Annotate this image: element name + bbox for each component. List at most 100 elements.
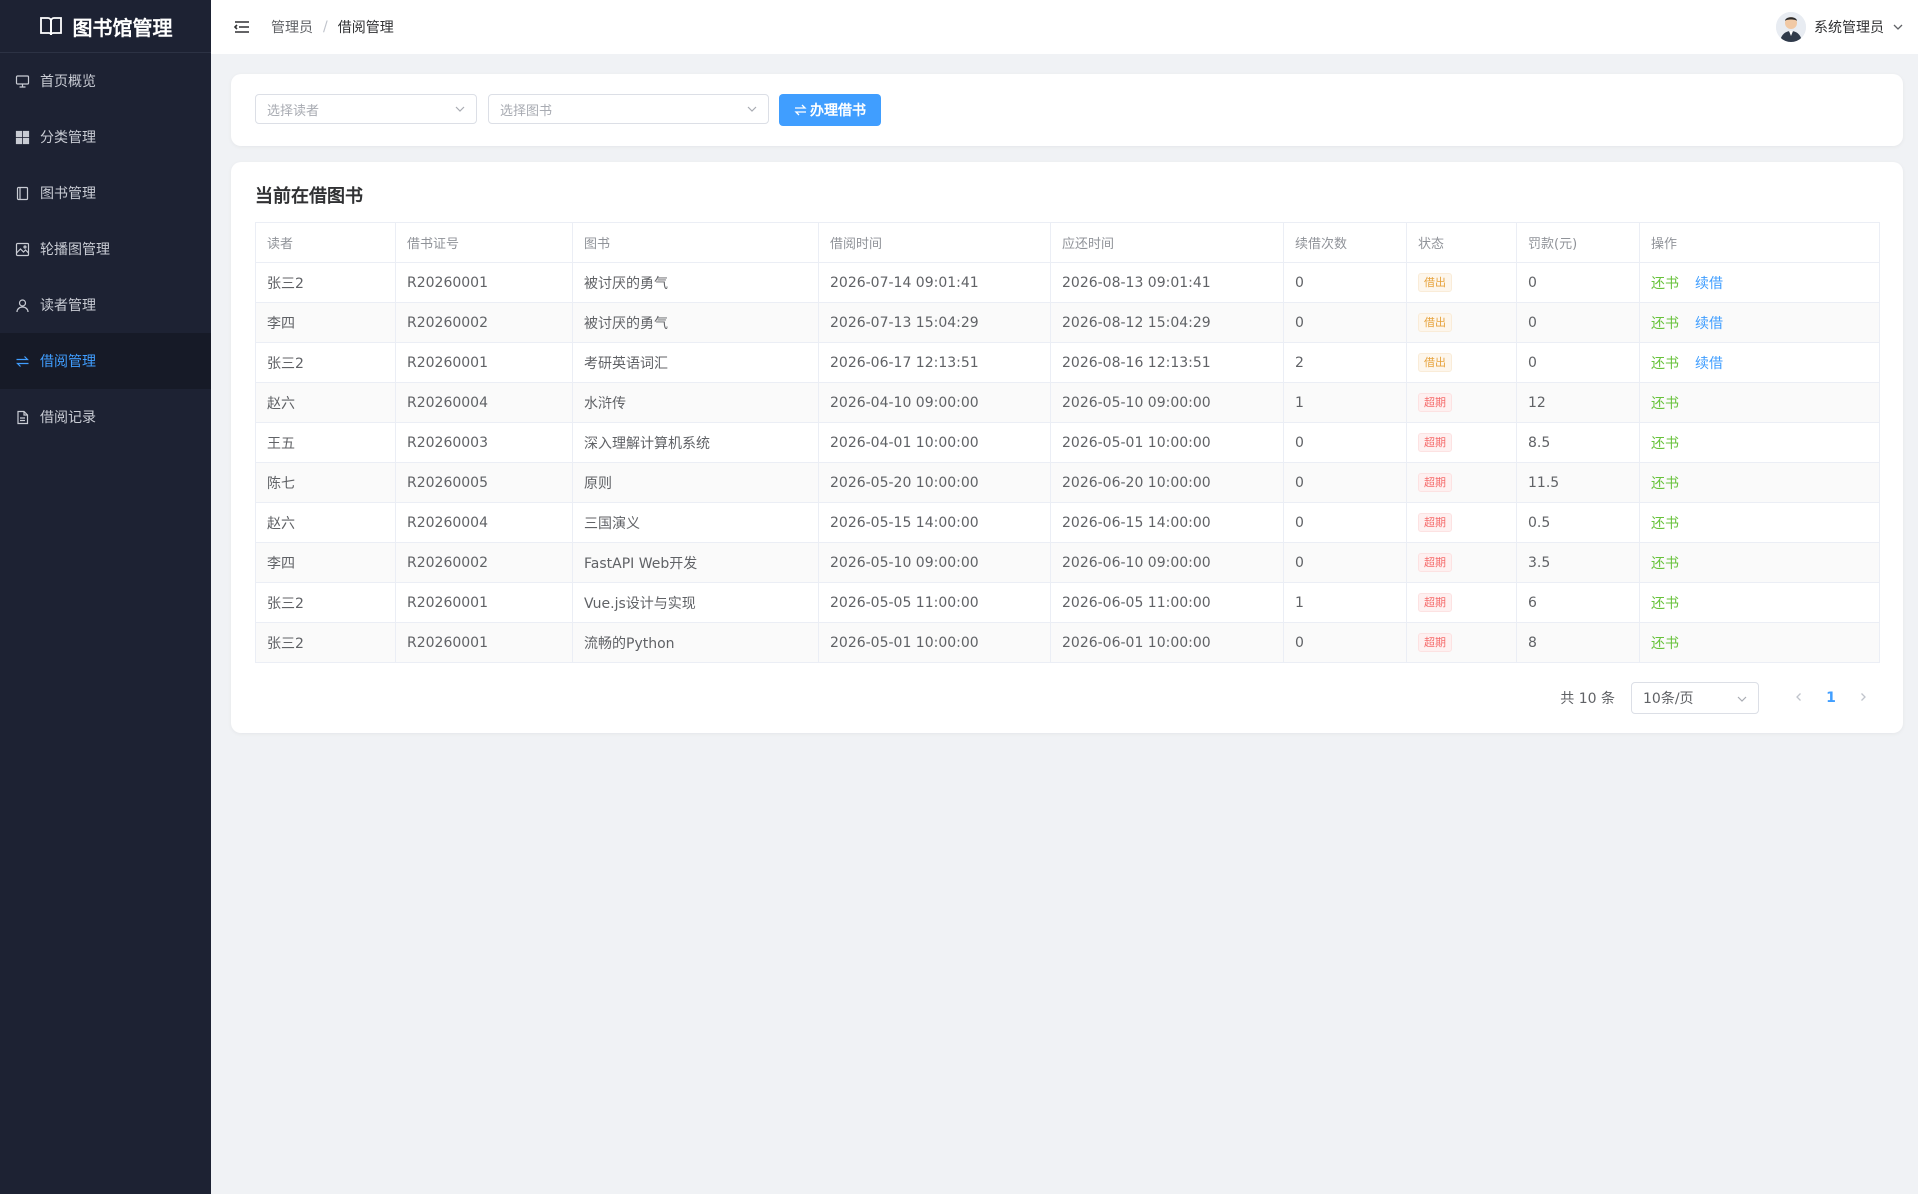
sidebar-item-label: 图书管理 bbox=[40, 186, 96, 202]
prev-page-button[interactable] bbox=[1783, 690, 1815, 706]
actions-cell: 还书 bbox=[1639, 502, 1880, 543]
borrow-time-cell: 2026-04-01 10:00:00 bbox=[818, 422, 1051, 463]
fine-cell: 8.5 bbox=[1516, 422, 1640, 463]
menu-toggle-icon[interactable] bbox=[233, 18, 251, 36]
reader-cell: 赵六 bbox=[255, 382, 396, 423]
borrow-button[interactable]: 办理借书 bbox=[779, 94, 881, 126]
fine-cell: 8 bbox=[1516, 622, 1640, 663]
borrow-time-cell: 2026-07-14 09:01:41 bbox=[818, 262, 1051, 303]
actions-cell: 还书 bbox=[1639, 462, 1880, 503]
user-menu[interactable]: 系统管理员 bbox=[1776, 0, 1904, 54]
chevron-left-icon bbox=[1796, 693, 1801, 701]
fine-cell: 6 bbox=[1516, 582, 1640, 623]
app-logo[interactable]: 图书馆管理 bbox=[0, 0, 211, 53]
image-icon bbox=[15, 242, 30, 256]
table-row: 赵六 R20260004 三国演义 2026-05-15 14:00:00 2026-0… bbox=[255, 502, 1880, 543]
card-number-cell: R20260005 bbox=[395, 462, 573, 503]
table-row: 李四 R20260002 被讨厌的勇气 2026-07-13 15:04:29 2026… bbox=[255, 302, 1880, 343]
reader-cell: 张三2 bbox=[255, 342, 396, 383]
card-number-cell: R20260004 bbox=[395, 382, 573, 423]
section-title: 当前在借图书 bbox=[255, 186, 363, 207]
page-number-current[interactable]: 1 bbox=[1815, 690, 1847, 706]
table-header-row: 读者 借书证号 图书 借阅时间 应还时间 续借次数 状态 罚款(元) 操作 bbox=[255, 222, 1880, 263]
column-header: 罚款(元) bbox=[1516, 222, 1640, 263]
sidebar-item-3[interactable]: 轮播图管理 bbox=[0, 221, 211, 277]
sidebar-item-6[interactable]: 借阅记录 bbox=[0, 389, 211, 445]
sidebar-item-label: 借阅记录 bbox=[40, 410, 96, 426]
renew-link[interactable]: 续借 bbox=[1695, 316, 1723, 332]
return-book-link[interactable]: 还书 bbox=[1651, 476, 1679, 492]
return-book-link[interactable]: 还书 bbox=[1651, 516, 1679, 532]
renewals-cell: 2 bbox=[1283, 342, 1407, 383]
renewals-cell: 1 bbox=[1283, 382, 1407, 423]
renew-link[interactable]: 续借 bbox=[1695, 356, 1723, 372]
status-badge: 超期 bbox=[1418, 593, 1452, 612]
sidebar-item-5[interactable]: 借阅管理 bbox=[0, 333, 211, 389]
breadcrumb: 管理员 / 借阅管理 bbox=[271, 17, 394, 37]
status-badge: 超期 bbox=[1418, 513, 1452, 532]
sidebar-item-4[interactable]: 读者管理 bbox=[0, 277, 211, 333]
actions-cell: 还书 bbox=[1639, 382, 1880, 423]
return-book-link[interactable]: 还书 bbox=[1651, 436, 1679, 452]
sidebar-item-label: 轮播图管理 bbox=[40, 242, 110, 258]
card-number-cell: R20260002 bbox=[395, 542, 573, 583]
column-header: 借阅时间 bbox=[818, 222, 1051, 263]
open-book-icon bbox=[39, 17, 62, 36]
return-book-link[interactable]: 还书 bbox=[1651, 596, 1679, 612]
book-select[interactable]: 选择图书 bbox=[488, 94, 769, 124]
table-row: 张三2 R20260001 被讨厌的勇气 2026-07-14 09:01:41 202… bbox=[255, 262, 1880, 303]
page-size-select[interactable]: 10条/页 bbox=[1631, 682, 1759, 714]
chevron-down-icon bbox=[747, 106, 757, 112]
chevron-down-icon bbox=[455, 106, 465, 112]
sidebar-item-label: 借阅管理 bbox=[40, 354, 96, 370]
column-header: 读者 bbox=[255, 222, 396, 263]
breadcrumb-item-admin[interactable]: 管理员 bbox=[271, 17, 313, 37]
due-time-cell: 2026-06-05 11:00:00 bbox=[1050, 582, 1284, 623]
book-cell: 深入理解计算机系统 bbox=[572, 422, 819, 463]
renew-link[interactable]: 续借 bbox=[1695, 276, 1723, 292]
sidebar-item-label: 分类管理 bbox=[40, 130, 96, 146]
dashboard-icon bbox=[15, 74, 30, 88]
renewals-cell: 0 bbox=[1283, 502, 1407, 543]
return-book-link[interactable]: 还书 bbox=[1651, 556, 1679, 572]
sidebar: 图书馆管理 首页概览分类管理图书管理轮播图管理读者管理借阅管理借阅记录 bbox=[0, 0, 211, 1194]
reader-select[interactable]: 选择读者 bbox=[255, 94, 477, 124]
borrow-time-cell: 2026-05-10 09:00:00 bbox=[818, 542, 1051, 583]
renewals-cell: 1 bbox=[1283, 582, 1407, 623]
chevron-down-icon bbox=[1893, 24, 1903, 30]
return-book-link[interactable]: 还书 bbox=[1651, 396, 1679, 412]
reader-cell: 赵六 bbox=[255, 502, 396, 543]
breadcrumb-separator: / bbox=[323, 19, 328, 35]
sidebar-item-1[interactable]: 分类管理 bbox=[0, 109, 211, 165]
sidebar-item-0[interactable]: 首页概览 bbox=[0, 53, 211, 109]
table-row: 张三2 R20260001 流畅的Python 2026-05-01 10:00:00… bbox=[255, 622, 1880, 663]
user-name: 系统管理员 bbox=[1814, 20, 1884, 36]
reader-cell: 李四 bbox=[255, 542, 396, 583]
sidebar-item-2[interactable]: 图书管理 bbox=[0, 165, 211, 221]
return-book-link[interactable]: 还书 bbox=[1651, 636, 1679, 652]
sidebar-menu: 首页概览分类管理图书管理轮播图管理读者管理借阅管理借阅记录 bbox=[0, 53, 211, 445]
return-book-link[interactable]: 还书 bbox=[1651, 276, 1679, 292]
card-number-cell: R20260002 bbox=[395, 302, 573, 343]
status-badge: 超期 bbox=[1418, 393, 1452, 412]
actions-cell: 还书 bbox=[1639, 542, 1880, 583]
status-badge: 超期 bbox=[1418, 633, 1452, 652]
document-icon bbox=[17, 410, 29, 424]
return-book-link[interactable]: 还书 bbox=[1651, 356, 1679, 372]
next-page-button[interactable] bbox=[1847, 690, 1879, 706]
column-header: 状态 bbox=[1406, 222, 1517, 263]
status-cell: 超期 bbox=[1406, 582, 1517, 623]
status-badge: 借出 bbox=[1418, 353, 1452, 372]
status-cell: 借出 bbox=[1406, 302, 1517, 343]
borrow-time-cell: 2026-04-10 09:00:00 bbox=[818, 382, 1051, 423]
fine-cell: 3.5 bbox=[1516, 542, 1640, 583]
status-badge: 超期 bbox=[1418, 433, 1452, 452]
book-cell: 被讨厌的勇气 bbox=[572, 262, 819, 303]
return-book-link[interactable]: 还书 bbox=[1651, 316, 1679, 332]
actions-cell: 还书 bbox=[1639, 422, 1880, 463]
fine-cell: 11.5 bbox=[1516, 462, 1640, 503]
book-cell: 被讨厌的勇气 bbox=[572, 302, 819, 343]
status-cell: 超期 bbox=[1406, 542, 1517, 583]
actions-cell: 还书 续借 bbox=[1639, 302, 1880, 343]
fine-cell: 0 bbox=[1516, 262, 1640, 303]
